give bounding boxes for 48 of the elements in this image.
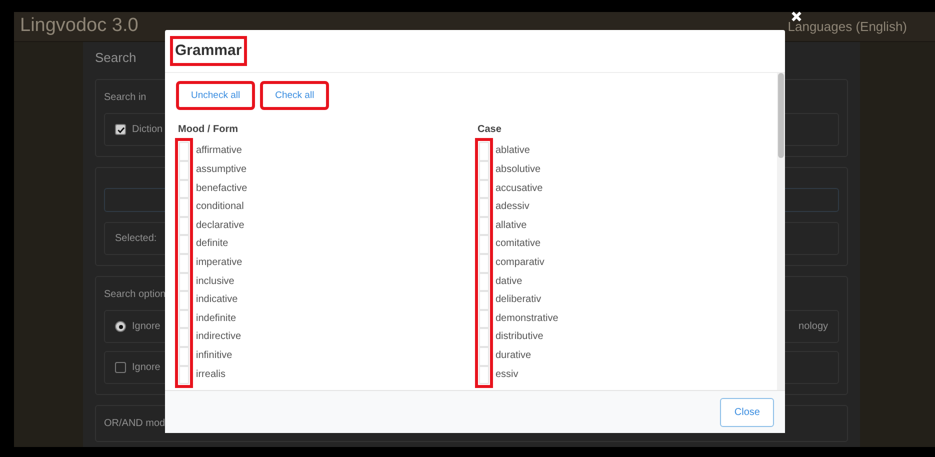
close-icon[interactable] <box>791 11 802 22</box>
checkbox-label: inclusive <box>196 274 234 289</box>
text-button[interactable]: Check all <box>262 83 328 108</box>
group-heading: Case <box>478 123 502 138</box>
checkbox-label: definite <box>196 237 228 252</box>
checkbox-label: benefactive <box>196 182 248 196</box>
checkbox-label: imperative <box>196 256 242 270</box>
text-button[interactable]: Uncheck all <box>178 83 254 108</box>
checkbox-label: allative <box>496 218 527 233</box>
checkbox-label: irrealis <box>196 368 226 382</box>
checkbox-label: declarative <box>196 218 244 233</box>
section-label: OR/AND mod <box>104 417 166 431</box>
checkbox-label: deliberativ <box>496 293 542 308</box>
checkbox-label: adessiv <box>496 200 530 214</box>
option-label: Ignore <box>132 361 160 375</box>
checkbox-label: affirmative <box>196 144 242 158</box>
checkbox-label: comparativ <box>496 256 544 270</box>
checkbox-label: assumptive <box>196 162 247 177</box>
checkbox-label: indefinite <box>196 312 236 326</box>
selected-label: Selected: <box>115 232 157 246</box>
option-label: Diction <box>132 123 163 137</box>
app-title: Lingvodoc 3.0 <box>20 14 138 38</box>
section-label: Search in <box>104 91 146 105</box>
checkbox[interactable] <box>115 362 126 373</box>
checkbox[interactable] <box>115 124 126 135</box>
group-heading: Mood / Form <box>178 123 238 138</box>
checkbox-label: dative <box>496 274 522 289</box>
checkbox-label: ablative <box>496 144 530 158</box>
language-menu[interactable]: Languages (English) <box>788 16 907 36</box>
checkbox-label: conditional <box>196 200 244 214</box>
checkbox-label: infinitive <box>196 348 232 363</box>
checkbox-label: demonstrative <box>496 312 558 326</box>
option-label: Ignore <box>132 320 160 334</box>
panel-title: Search <box>95 48 136 66</box>
checkbox-label: indicative <box>196 293 238 308</box>
scrollbar-thumb[interactable] <box>778 73 784 158</box>
checkbox-label: essiv <box>496 368 518 382</box>
checkbox-label: comitative <box>496 237 541 252</box>
checkbox-label: distributive <box>496 330 544 344</box>
checkbox-label: durative <box>496 348 532 363</box>
option-label: nology <box>798 320 828 334</box>
dialog-title: Grammar <box>172 38 245 64</box>
checkbox-label: absolutive <box>496 162 541 177</box>
section-label: Search option <box>104 288 166 302</box>
checkbox-label: indirective <box>196 330 242 344</box>
close-button[interactable]: Close <box>720 398 774 426</box>
radio-button[interactable] <box>115 321 126 332</box>
checkbox-label: accusative <box>496 182 543 196</box>
